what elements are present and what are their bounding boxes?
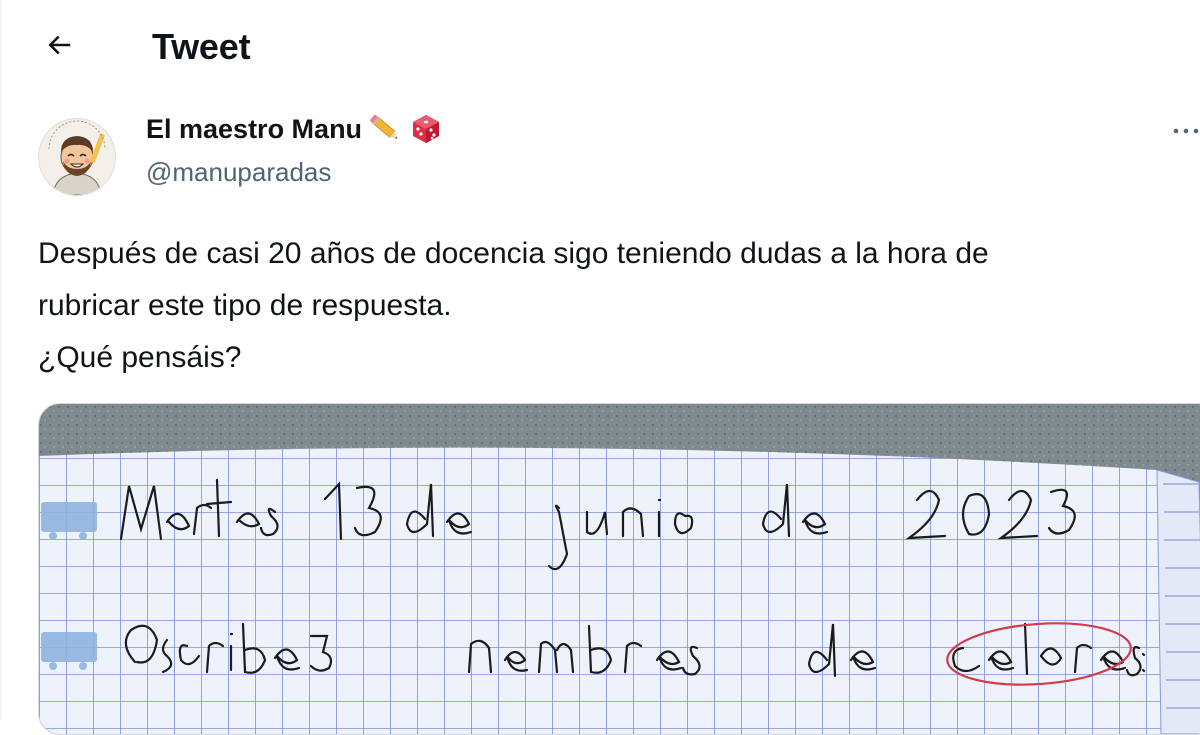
column-border <box>0 0 1 720</box>
avatar[interactable] <box>38 118 116 196</box>
author-display-name: El maestro Manu <box>146 113 363 144</box>
tweet-text-line: Después de casi 20 años de docencia sigo… <box>38 237 989 270</box>
die-emoji-icon <box>410 113 442 145</box>
back-button[interactable] <box>34 22 84 72</box>
tweet-text: Después de casi 20 años de docencia sigo… <box>38 228 1188 384</box>
notebook-photo-icon <box>39 404 1200 734</box>
tweet-text-line: ¿Qué pensáis? <box>38 341 242 374</box>
arrow-left-icon <box>44 30 74 65</box>
top-bar: Tweet <box>0 0 1200 95</box>
author-handle[interactable]: @manuparadas <box>146 157 331 188</box>
avatar-caricature-icon <box>39 119 115 195</box>
tweet-photo[interactable] <box>38 403 1200 735</box>
more-options-button[interactable] <box>1160 114 1200 150</box>
page-title: Tweet <box>152 26 251 67</box>
pencil-emoji-icon <box>368 113 404 145</box>
more-options-icon <box>1160 123 1200 141</box>
author-name[interactable]: El maestro Manu <box>146 113 442 145</box>
tweet-text-line: rubricar este tipo de respuesta. <box>38 289 452 322</box>
